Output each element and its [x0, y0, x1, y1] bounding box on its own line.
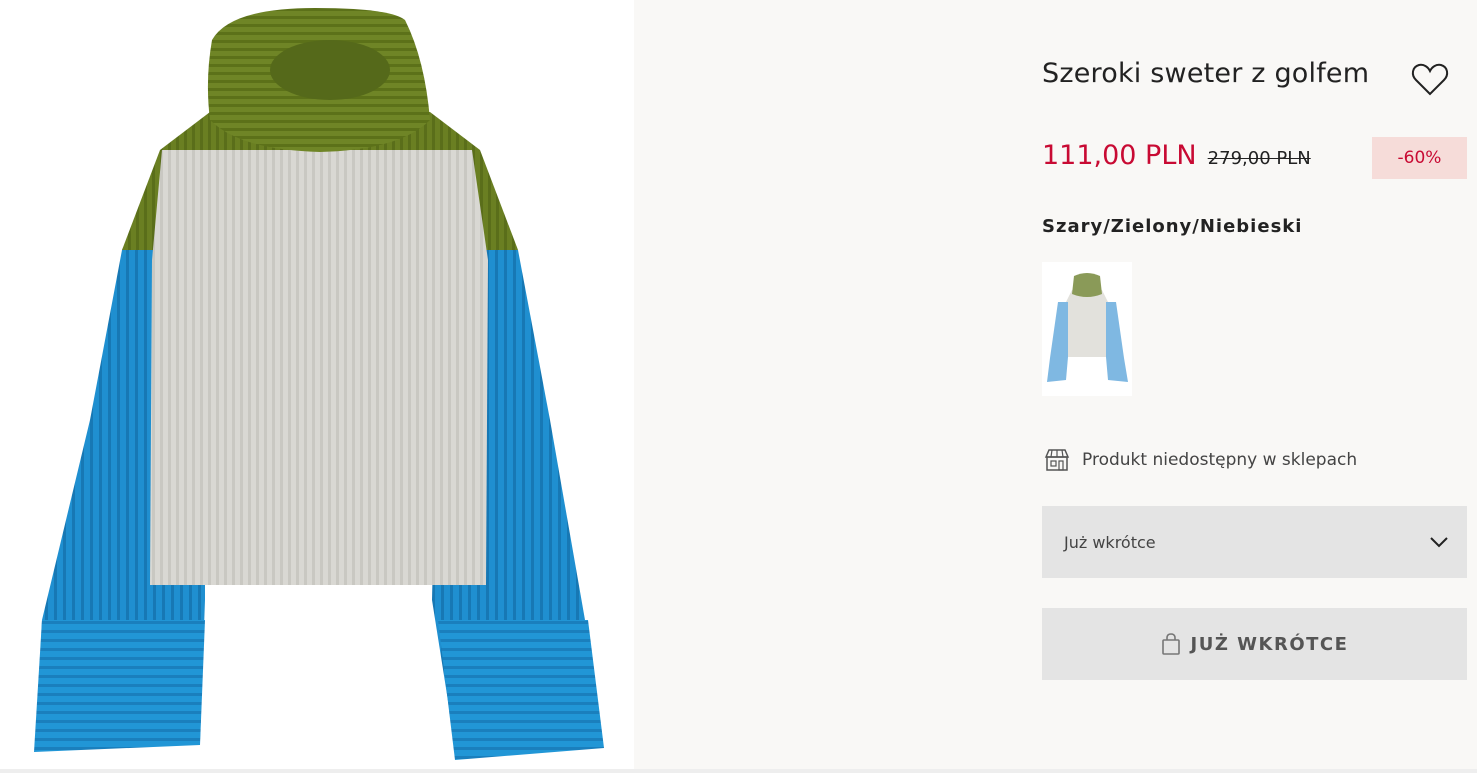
- color-name: Szary/Zielony/Niebieski: [1042, 216, 1303, 237]
- original-price: 279,00 PLN: [1207, 148, 1311, 169]
- sale-price: 111,00 PLN: [1042, 140, 1197, 171]
- heart-icon: [1411, 63, 1449, 96]
- price-row: 111,00 PLN 279,00 PLN: [1042, 140, 1311, 171]
- size-select[interactable]: Już wkrótce: [1042, 506, 1467, 578]
- sweater-illustration: [34, 8, 604, 760]
- swatch-thumbnail: [1042, 262, 1132, 396]
- discount-badge: -60%: [1372, 137, 1467, 179]
- product-title: Szeroki sweter z golfem: [1042, 58, 1370, 89]
- shopping-bag-icon: [1161, 633, 1180, 655]
- color-swatch[interactable]: [1042, 262, 1132, 396]
- product-image[interactable]: [0, 0, 634, 773]
- divider: [0, 769, 1477, 773]
- favorite-button[interactable]: [1410, 60, 1450, 100]
- add-to-bag-label: JUŻ WKRÓTCE: [1190, 633, 1349, 655]
- add-to-bag-button[interactable]: JUŻ WKRÓTCE: [1042, 608, 1467, 680]
- store-icon: [1044, 449, 1070, 471]
- store-availability: Produkt niedostępny w sklepach: [1044, 448, 1357, 472]
- store-availability-text: Produkt niedostępny w sklepach: [1082, 450, 1358, 470]
- size-select-value: Już wkrótce: [1064, 532, 1156, 552]
- product-page: Szeroki sweter z golfem 111,00 PLN 279,0…: [0, 0, 1477, 773]
- chevron-down-icon: [1430, 537, 1448, 548]
